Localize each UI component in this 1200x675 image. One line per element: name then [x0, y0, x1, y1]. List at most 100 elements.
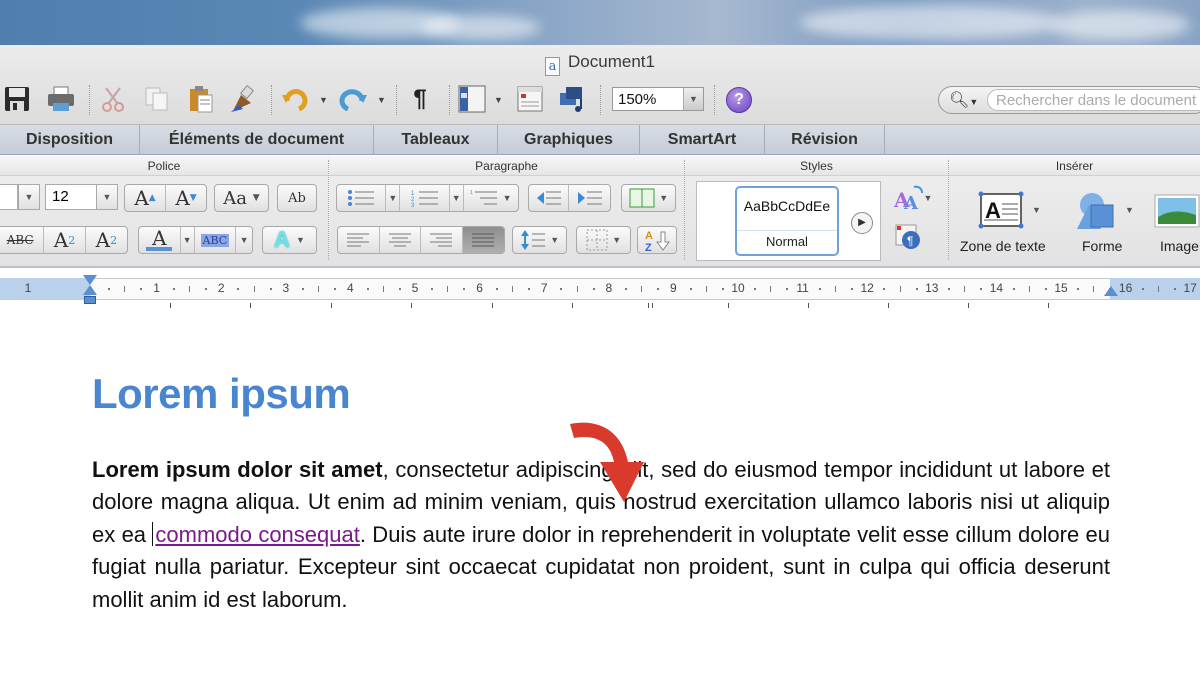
sidebar-button[interactable] — [457, 84, 487, 114]
eraser-icon: Ab — [288, 190, 306, 206]
paste-button[interactable] — [186, 84, 216, 114]
cut-button[interactable] — [98, 84, 128, 114]
sidebar-icon — [458, 85, 486, 113]
styles-pane-button[interactable]: ¶ — [892, 223, 924, 251]
ruler-dot — [1141, 288, 1144, 290]
sidebar-dropdown-icon[interactable]: ▼ — [494, 95, 503, 105]
ruler-tick — [1028, 286, 1030, 292]
word-window: a Document1 ▼ ▼ ¶ ▼ 150% ▼ ? 🔍︎▼ Recherc… — [0, 45, 1200, 675]
tab-smartart[interactable]: SmartArt — [640, 125, 765, 155]
redo-button[interactable] — [338, 84, 368, 114]
ruler-number: 4 — [347, 281, 354, 295]
clear-formatting-button[interactable]: Ab — [277, 184, 317, 212]
align-right-button[interactable] — [421, 227, 463, 253]
decrease-indent-button[interactable] — [529, 185, 570, 211]
left-indent-marker[interactable] — [84, 296, 96, 304]
search-icon[interactable]: 🔍︎▼ — [949, 90, 978, 110]
ruler-dot — [431, 288, 434, 290]
grow-font-button[interactable]: A ▲ — [125, 185, 166, 211]
insert-image-button[interactable] — [1154, 191, 1200, 234]
justify-button[interactable] — [462, 227, 504, 253]
tab-graphiques[interactable]: Graphiques — [498, 125, 640, 155]
tab-disposition[interactable]: Disposition — [0, 125, 140, 155]
tab-elements-de-document[interactable]: Éléments de document — [140, 125, 374, 155]
show-formatting-button[interactable]: ¶ — [405, 84, 435, 114]
insert-text-box-button[interactable]: A ▼ — [978, 191, 1044, 234]
ruler-dot — [592, 288, 595, 290]
bullets-dropdown-icon[interactable]: ▼ — [386, 185, 401, 211]
search-input[interactable]: Rechercher dans le document — [987, 89, 1200, 111]
numbering-button[interactable]: 123 — [400, 185, 450, 211]
ruler-tick — [964, 286, 966, 292]
group-inserer-header: Insérer — [949, 156, 1200, 176]
multilevel-list-icon: 1 — [470, 190, 498, 205]
ruler-dot — [463, 288, 466, 290]
shrink-font-button[interactable]: A ▼ — [166, 185, 206, 211]
insert-image-label: Image — [1160, 238, 1199, 254]
zoom-dropdown-icon[interactable]: ▼ — [683, 88, 703, 110]
change-styles-icon: AA — [894, 185, 923, 211]
ruler-dot — [786, 288, 789, 290]
insert-shape-button[interactable]: ▼ — [1075, 191, 1137, 234]
multilevel-list-button[interactable]: 1 ▼ — [464, 185, 518, 211]
font-color-button[interactable]: A — [139, 227, 181, 253]
svg-text:A: A — [645, 230, 653, 242]
tab-revision[interactable]: Révision — [765, 125, 885, 155]
superscript-button[interactable]: A2 — [44, 227, 86, 253]
format-painter-button[interactable] — [228, 84, 258, 114]
borders-button[interactable]: ▼ — [576, 226, 631, 254]
help-button[interactable]: ? — [726, 87, 752, 113]
undo-icon — [282, 89, 308, 111]
print-button[interactable] — [46, 84, 76, 114]
ruler-number: 8 — [605, 281, 613, 295]
style-set-button[interactable]: AA ▼ — [890, 184, 936, 212]
media-browser-button[interactable] — [558, 84, 588, 114]
text-cursor — [152, 521, 154, 546]
numbering-dropdown-icon[interactable]: ▼ — [450, 185, 464, 211]
ruler-tick — [511, 286, 513, 292]
hyperlink[interactable]: commodo consequat — [155, 522, 359, 547]
text-effects-button[interactable]: A ▼ — [262, 226, 317, 254]
sort-button[interactable]: AZ — [637, 226, 677, 254]
ruler-number: 14 — [989, 281, 1004, 295]
align-center-button[interactable] — [380, 227, 421, 253]
increase-indent-button[interactable] — [569, 185, 610, 211]
redo-dropdown-icon[interactable]: ▼ — [377, 95, 386, 105]
scissors-icon — [102, 87, 124, 112]
media-icon — [560, 87, 582, 112]
gallery-button[interactable] — [515, 84, 545, 114]
tab-tableaux[interactable]: Tableaux — [374, 125, 498, 155]
color-group: A ▼ ABC ▼ — [138, 226, 253, 254]
ruler-number: 6 — [476, 281, 483, 295]
font-size-dropdown-icon[interactable]: ▼ — [96, 184, 118, 210]
document-page[interactable]: Lorem ipsum Lorem ipsum dolor sit amet, … — [0, 313, 1200, 675]
subscript-button[interactable]: A2 — [86, 227, 127, 253]
styles-next-icon[interactable]: ▶ — [851, 212, 873, 234]
font-name-dropdown-icon[interactable]: ▼ — [18, 184, 40, 210]
horizontal-ruler[interactable]: 1 1 2 3 4 5 6 7 8 9 10 11 12 13 14 15 16 17 — [0, 268, 1200, 310]
strikethrough-button[interactable]: ABC — [0, 227, 45, 253]
ruler-dot — [754, 288, 757, 290]
style-normal[interactable]: AaBbCcDdEe Normal — [735, 186, 839, 256]
default-tab-stop — [411, 303, 413, 308]
columns-button[interactable]: ▼ — [621, 184, 676, 212]
bullets-button[interactable] — [337, 185, 387, 211]
change-case-button[interactable]: Aa ▼ — [214, 184, 269, 212]
undo-dropdown-icon[interactable]: ▼ — [319, 95, 328, 105]
ruler-tick — [1157, 286, 1159, 292]
copy-button[interactable] — [142, 84, 172, 114]
align-left-button[interactable] — [338, 227, 380, 253]
font-name-field[interactable] — [0, 184, 18, 210]
zoom-select[interactable]: 150% ▼ — [612, 87, 704, 111]
ruler-tick — [641, 286, 643, 292]
align-left-icon — [347, 233, 370, 247]
ruler-dot — [398, 288, 401, 290]
highlight-button[interactable]: ABC — [195, 227, 237, 253]
line-spacing-button[interactable]: ▼ — [512, 226, 567, 254]
font-color-dropdown-icon[interactable]: ▼ — [181, 227, 195, 253]
save-button[interactable] — [2, 84, 32, 114]
ruler-number: 3 — [282, 281, 290, 295]
undo-button[interactable] — [280, 84, 310, 114]
font-size-field[interactable]: 12 — [45, 184, 97, 210]
highlight-dropdown-icon[interactable]: ▼ — [236, 227, 252, 253]
